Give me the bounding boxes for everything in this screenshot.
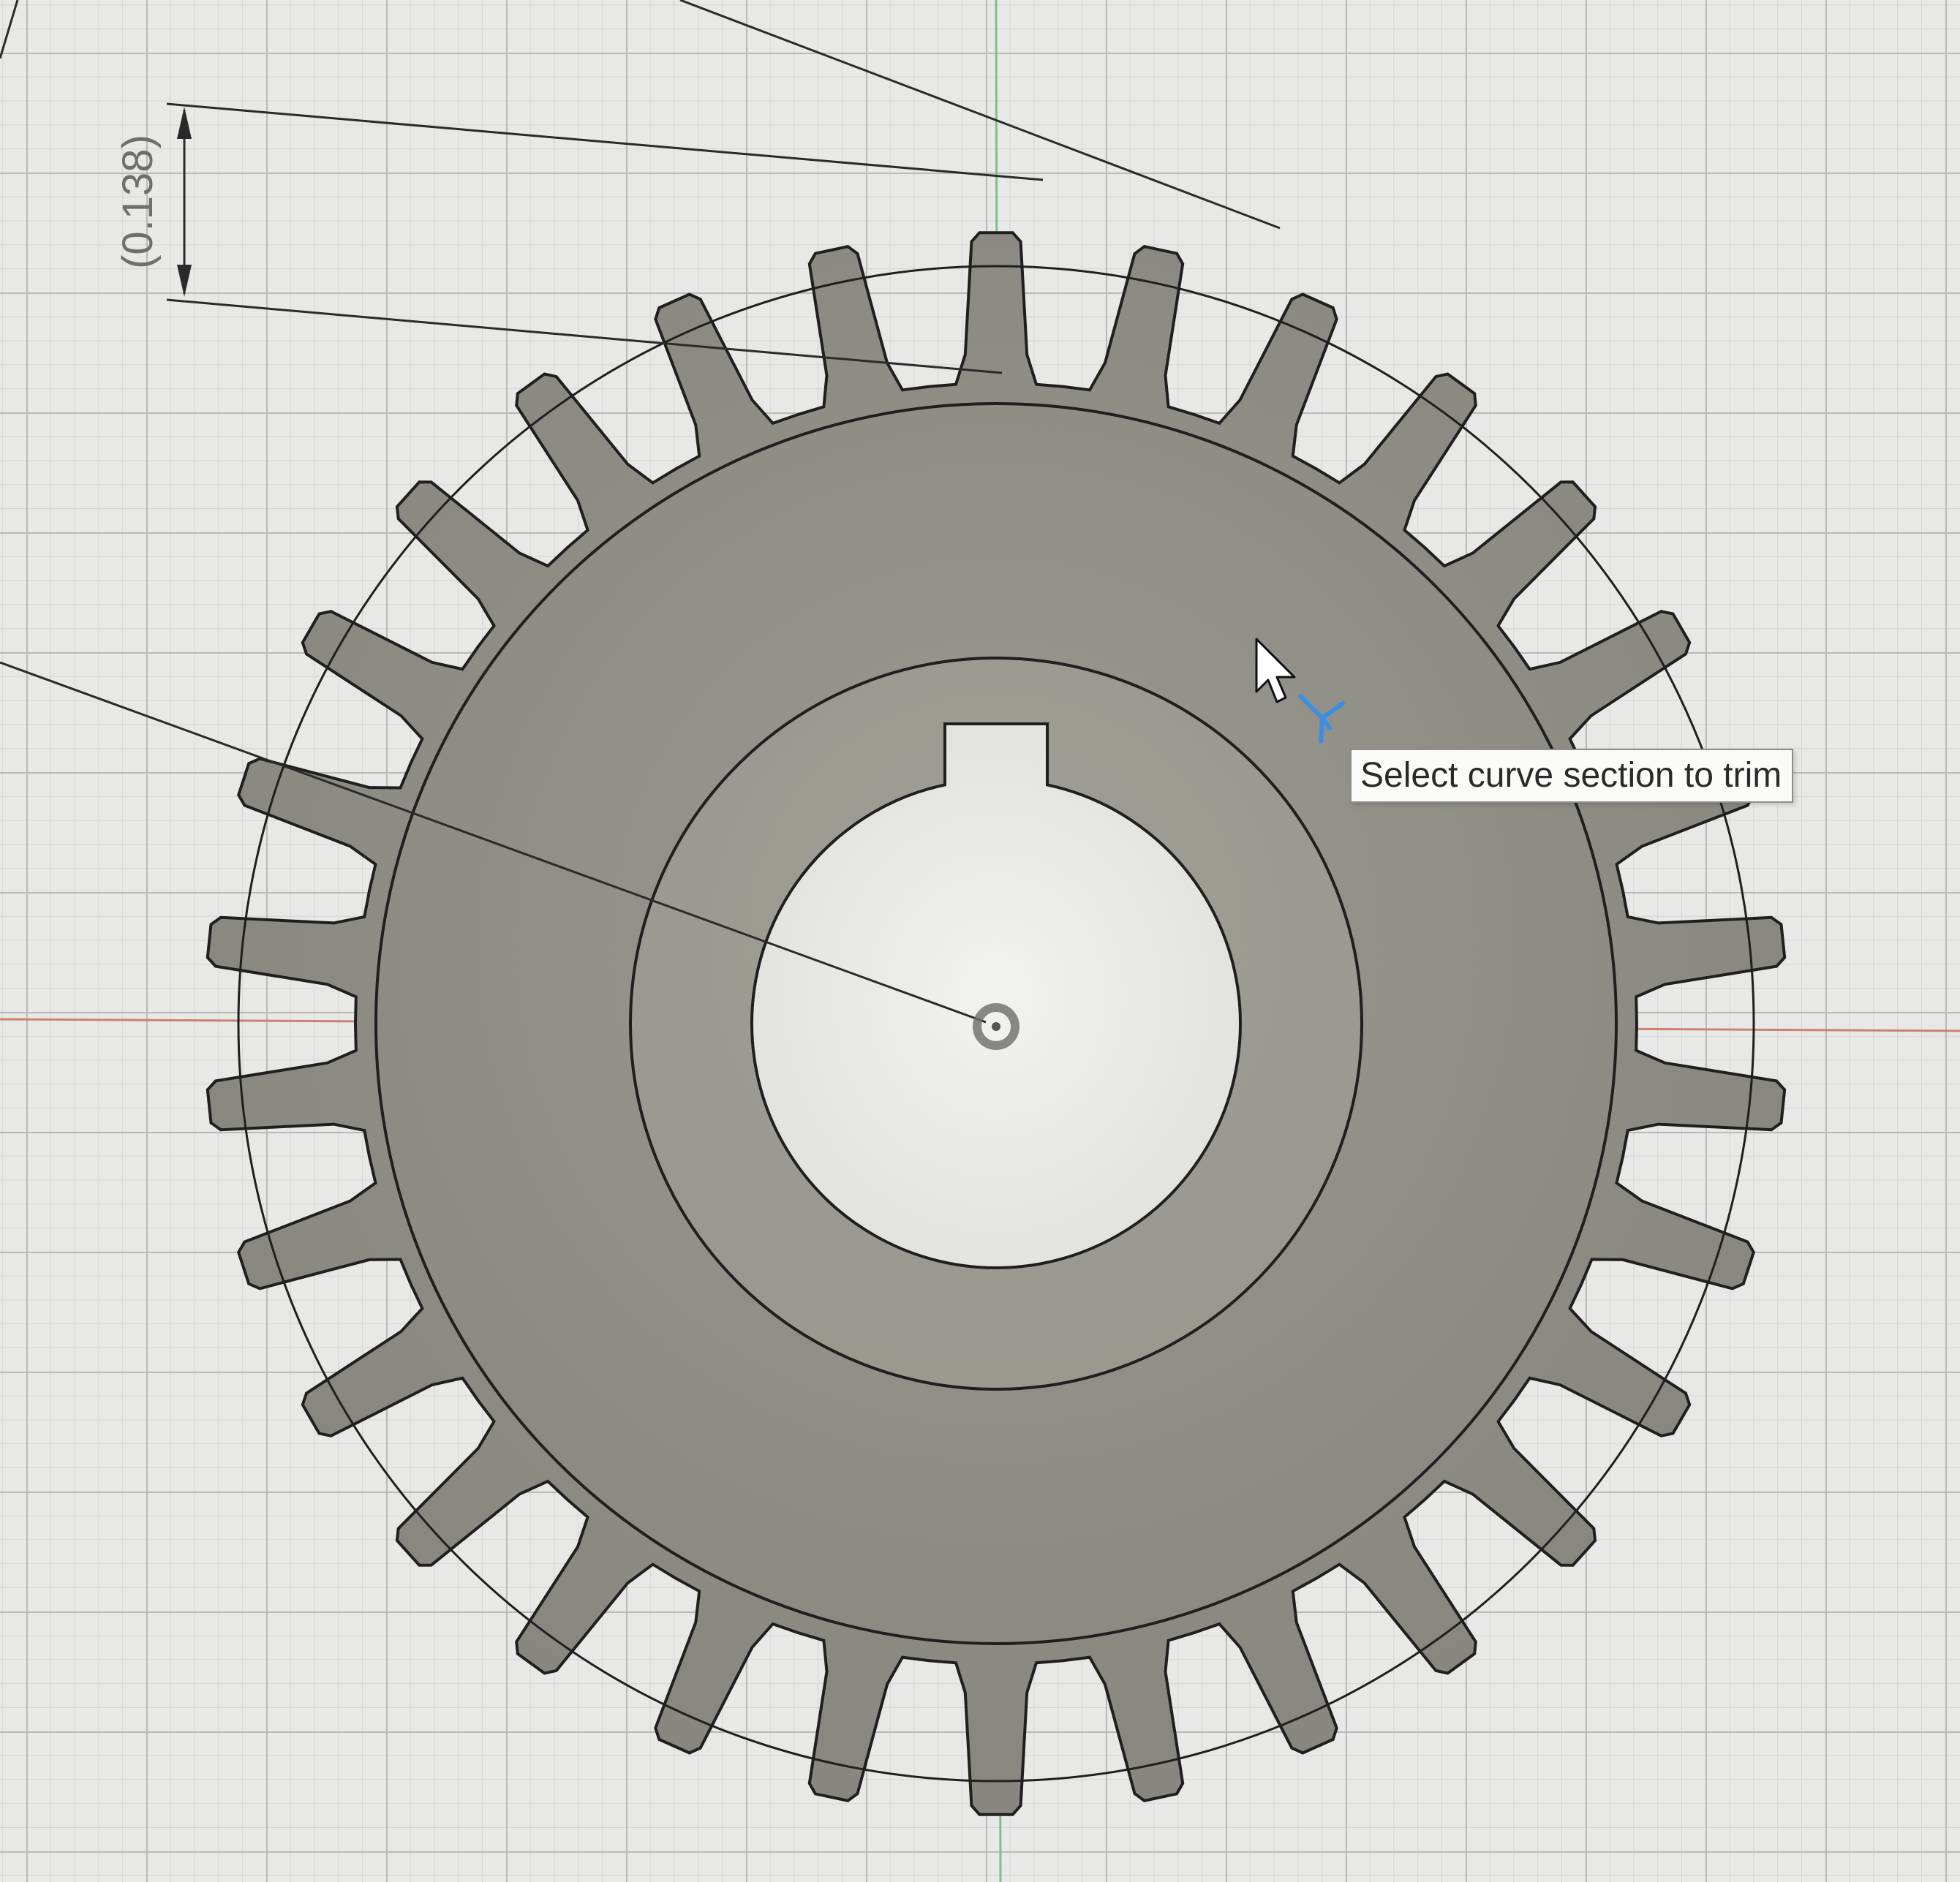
sketch-canvas[interactable]: (0.138) Select curve section to trim	[0, 0, 1960, 1882]
dimension-arrow-up-icon	[177, 107, 192, 139]
construction-line-top[interactable]	[679, 0, 1281, 230]
trim-tooltip: Select curve section to trim	[1350, 749, 1794, 803]
sketch-drawing[interactable]: (0.138)	[0, 0, 1960, 1882]
dimension-extension-upper[interactable]	[166, 102, 1044, 181]
origin-center-dot	[992, 1022, 1000, 1031]
dimension-arrow-down-icon	[177, 265, 192, 297]
construction-line-left-edge	[0, 0, 19, 59]
dimension-value[interactable]: (0.138)	[114, 135, 162, 269]
